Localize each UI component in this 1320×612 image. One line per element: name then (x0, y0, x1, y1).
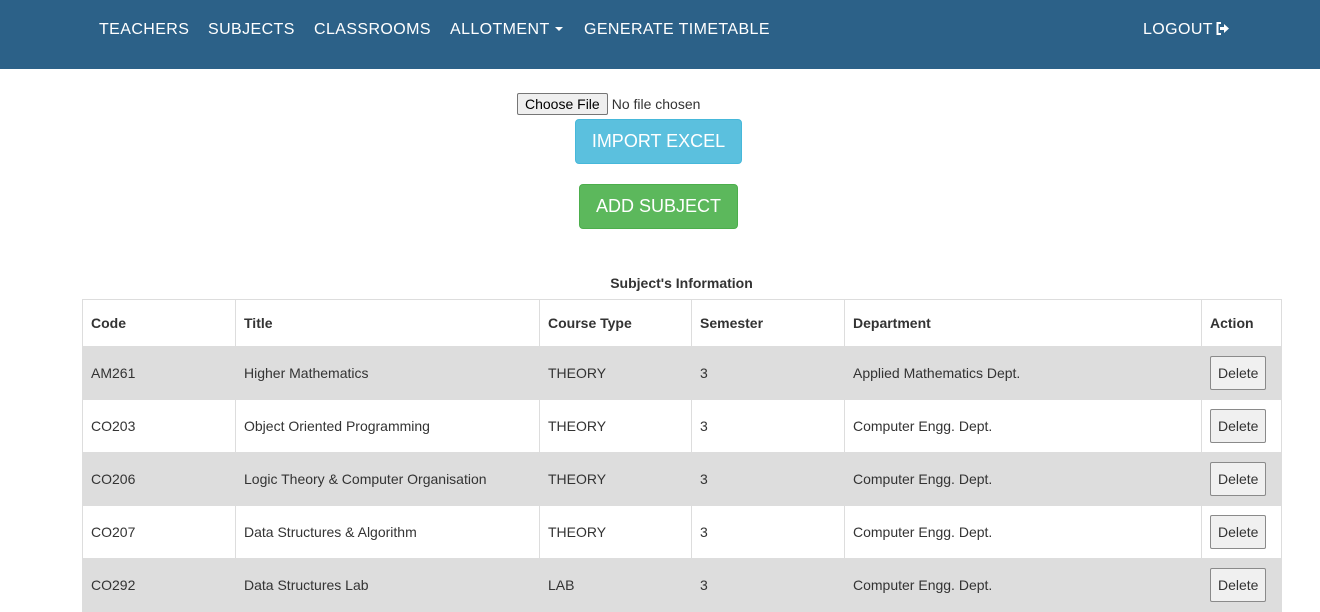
subjects-table: Code Title Course Type Semester Departme… (82, 299, 1282, 612)
file-status-text: No file chosen (611, 96, 701, 112)
cell-semester: 3 (691, 346, 845, 400)
header-action: Action (1201, 299, 1282, 347)
cell-title: Data Structures Lab (235, 558, 540, 612)
cell-department: Applied Mathematics Dept. (844, 346, 1202, 400)
nav-generate-timetable-link[interactable]: GENERATE TIMETABLE (584, 21, 770, 39)
cell-semester: 3 (691, 452, 845, 506)
choose-file-button[interactable]: Choose File (517, 93, 608, 115)
cell-semester: 3 (691, 399, 845, 453)
nav-allotment-dropdown[interactable]: ALLOTMENT (450, 21, 563, 39)
cell-action: Delete (1201, 346, 1282, 400)
cell-title: Object Oriented Programming (235, 399, 540, 453)
add-subject-button[interactable]: ADD SUBJECT (579, 184, 738, 229)
cell-action: Delete (1201, 452, 1282, 506)
cell-semester: 3 (691, 558, 845, 612)
cell-action: Delete (1201, 399, 1282, 453)
cell-course-type: THEORY (539, 505, 692, 559)
table-row: AM261 Higher Mathematics THEORY 3 Applie… (82, 346, 1282, 400)
logout-link[interactable]: LOGOUT (1143, 21, 1230, 39)
import-excel-button[interactable]: IMPORT EXCEL (575, 119, 742, 164)
cell-title: Higher Mathematics (235, 346, 540, 400)
delete-button[interactable]: Delete (1210, 409, 1267, 443)
nav-teachers-link[interactable]: TEACHERS (99, 21, 189, 39)
delete-button[interactable]: Delete (1210, 462, 1267, 496)
header-code: Code (82, 299, 236, 347)
table-header-row: Code Title Course Type Semester Departme… (82, 299, 1282, 347)
delete-button[interactable]: Delete (1210, 568, 1267, 602)
cell-code: CO207 (82, 505, 236, 559)
table-row: CO206 Logic Theory & Computer Organisati… (82, 452, 1282, 506)
header-department: Department (844, 299, 1202, 347)
nav-allotment-label: ALLOTMENT (450, 21, 550, 38)
cell-department: Computer Engg. Dept. (844, 452, 1202, 506)
cell-action: Delete (1201, 558, 1282, 612)
cell-course-type: THEORY (539, 399, 692, 453)
cell-code: CO206 (82, 452, 236, 506)
table-row: CO292 Data Structures Lab LAB 3 Computer… (82, 558, 1282, 612)
table-row: CO203 Object Oriented Programming THEORY… (82, 399, 1282, 453)
table-caption: Subject's Information (610, 275, 753, 291)
cell-code: AM261 (82, 346, 236, 400)
top-navbar: TEACHERS SUBJECTS CLASSROOMS ALLOTMENT G… (0, 0, 1320, 69)
cell-title: Logic Theory & Computer Organisation (235, 452, 540, 506)
cell-title: Data Structures & Algorithm (235, 505, 540, 559)
delete-button[interactable]: Delete (1210, 515, 1267, 549)
cell-action: Delete (1201, 505, 1282, 559)
cell-code: CO203 (82, 399, 236, 453)
table-row: CO207 Data Structures & Algorithm THEORY… (82, 505, 1282, 559)
sign-out-icon (1216, 21, 1229, 35)
header-semester: Semester (691, 299, 845, 347)
cell-course-type: LAB (539, 558, 692, 612)
caret-down-icon (554, 26, 563, 31)
header-title: Title (235, 299, 540, 347)
cell-department: Computer Engg. Dept. (844, 399, 1202, 453)
file-upload-control: Choose File No file chosen (517, 93, 700, 115)
logout-label: LOGOUT (1143, 21, 1213, 38)
cell-department: Computer Engg. Dept. (844, 505, 1202, 559)
header-course-type: Course Type (539, 299, 692, 347)
cell-course-type: THEORY (539, 346, 692, 400)
cell-code: CO292 (82, 558, 236, 612)
nav-subjects-link[interactable]: SUBJECTS (208, 21, 295, 39)
cell-course-type: THEORY (539, 452, 692, 506)
delete-button[interactable]: Delete (1210, 356, 1267, 390)
nav-classrooms-link[interactable]: CLASSROOMS (314, 21, 431, 39)
cell-department: Computer Engg. Dept. (844, 558, 1202, 612)
cell-semester: 3 (691, 505, 845, 559)
